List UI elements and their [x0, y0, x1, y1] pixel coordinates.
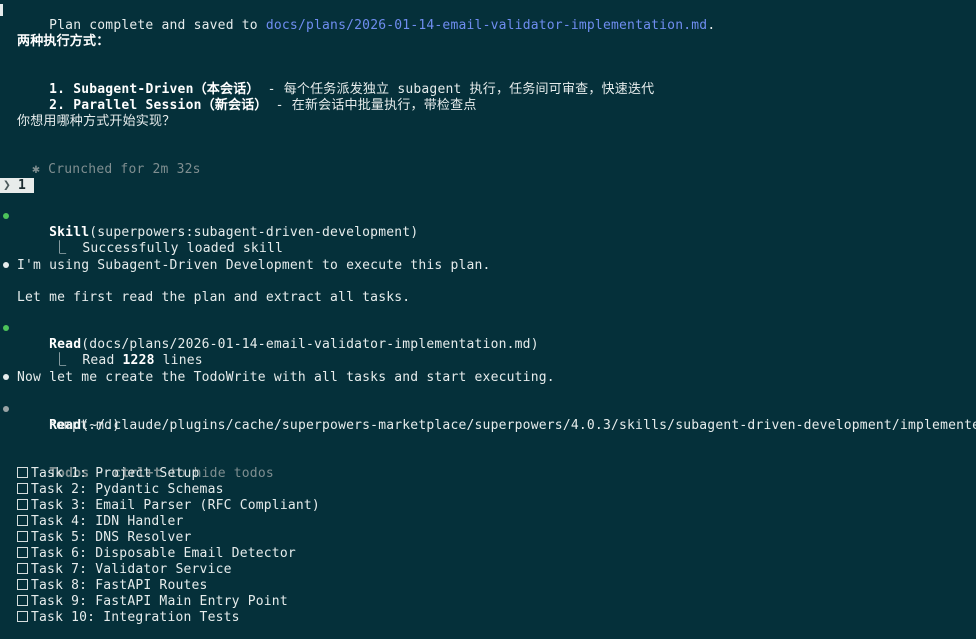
crunched-text: Crunched for 2m 32s [48, 162, 201, 177]
todo-label: Task 10: Integration Tests [31, 610, 240, 625]
todo-item: Task 8: FastAPI Routes [17, 578, 208, 594]
chevron-right-icon: ❯ [3, 178, 12, 193]
todo-item: Task 2: Pydantic Schemas [17, 482, 224, 498]
question-text: 你想用哪种方式开始实现？ [17, 114, 176, 129]
checkbox-icon [17, 531, 28, 542]
prompt-input-value: 1 [18, 178, 27, 193]
crunched-status: ✱ Crunched for 2m 32s [0, 146, 201, 177]
todo-item: Task 6: Disposable Email Detector [17, 546, 296, 562]
read-call-line-2: Read(~/.claude/plugins/cache/superpowers… [17, 402, 976, 433]
read-result-line: ⎿ Read 1228 lines [21, 337, 203, 368]
plan-complete-suffix: . [707, 18, 716, 33]
message-bullet-icon [3, 262, 9, 268]
asterisk-icon: ✱ [32, 162, 41, 177]
read-call-line: Read(docs/plans/2026-01-14-email-validat… [17, 321, 539, 352]
todo-label: Task 8: FastAPI Routes [31, 578, 208, 593]
todo-item: Task 5: DNS Resolver [17, 530, 192, 546]
tree-corner-icon: ⎿ [53, 241, 67, 256]
todo-item: Task 1: Project Setup [17, 466, 200, 482]
tool-args: (~/.claude/plugins/cache/superpowers-mar… [81, 418, 976, 433]
checkbox-icon [17, 547, 28, 558]
option-desc: - 在新会话中批量执行，带检查点 [267, 98, 477, 113]
assistant-message: Let me first read the plan and extract a… [17, 290, 411, 305]
tool-result-prefix: Read [82, 353, 123, 368]
todo-item: Task 3: Email Parser (RFC Compliant) [17, 498, 320, 514]
plan-file-link[interactable]: docs/plans/2026-01-14-email-validator-im… [266, 18, 707, 33]
cursor-marker [0, 4, 3, 16]
todo-item: Task 4: IDN Handler [17, 514, 184, 530]
skill-result-line: ⎿ Successfully loaded skill [21, 225, 283, 256]
terminal-window: Plan complete and saved to docs/plans/20… [0, 0, 976, 639]
todo-label: Task 2: Pydantic Schemas [31, 482, 224, 497]
todo-item: Task 9: FastAPI Main Entry Point [17, 594, 288, 610]
skill-call-line: Skill(superpowers:subagent-driven-develo… [17, 209, 418, 240]
user-prompt[interactable]: ❯ 1 [0, 178, 34, 193]
todo-label: Task 1: Project Setup [31, 466, 200, 481]
read-call-line-2-wrap: rompt.md) [48, 418, 121, 433]
assistant-message: Now let me create the TodoWrite with all… [17, 370, 555, 385]
checkbox-icon [17, 467, 28, 478]
checkbox-icon [17, 515, 28, 526]
checkbox-icon [17, 611, 28, 622]
options-heading: 两种执行方式： [17, 34, 110, 49]
todo-label: Task 3: Email Parser (RFC Compliant) [31, 498, 320, 513]
option-item-2: 2. Parallel Session（新会话） - 在新会话中批量执行，带检查… [17, 82, 477, 113]
line-count: 1228 [122, 353, 155, 368]
pending-bullet-icon [3, 406, 9, 412]
checkbox-icon [17, 563, 28, 574]
success-bullet-icon [3, 325, 9, 331]
checkbox-icon [17, 499, 28, 510]
assistant-message: I'm using Subagent-Driven Development to… [17, 258, 491, 273]
tree-corner-icon: ⎿ [53, 353, 67, 368]
todos-header: Todos · ctrl+t to hide todos [17, 450, 274, 481]
plan-complete-prefix: Plan complete and saved to [49, 18, 266, 33]
success-bullet-icon [3, 213, 9, 219]
option-number: 2. [49, 98, 66, 113]
message-bullet-icon [3, 374, 9, 380]
checkbox-icon [17, 483, 28, 494]
todo-label: Task 9: FastAPI Main Entry Point [31, 594, 288, 609]
tool-result-suffix: lines [154, 353, 203, 368]
option-name: Parallel Session（新会话） [73, 98, 268, 113]
todo-label: Task 4: IDN Handler [31, 514, 184, 529]
todo-label: Task 5: DNS Resolver [31, 530, 192, 545]
todo-label: Task 6: Disposable Email Detector [31, 546, 296, 561]
option-item-1: 1. Subagent-Driven（本会话） - 每个任务派发独立 subag… [17, 66, 654, 97]
todo-label: Task 7: Validator Service [31, 562, 232, 577]
plan-complete-line: Plan complete and saved to docs/plans/20… [17, 2, 715, 33]
todo-item: Task 10: Integration Tests [17, 610, 240, 626]
tool-result: Successfully loaded skill [82, 241, 284, 256]
checkbox-icon [17, 579, 28, 590]
checkbox-icon [17, 595, 28, 606]
todo-item: Task 7: Validator Service [17, 562, 232, 578]
